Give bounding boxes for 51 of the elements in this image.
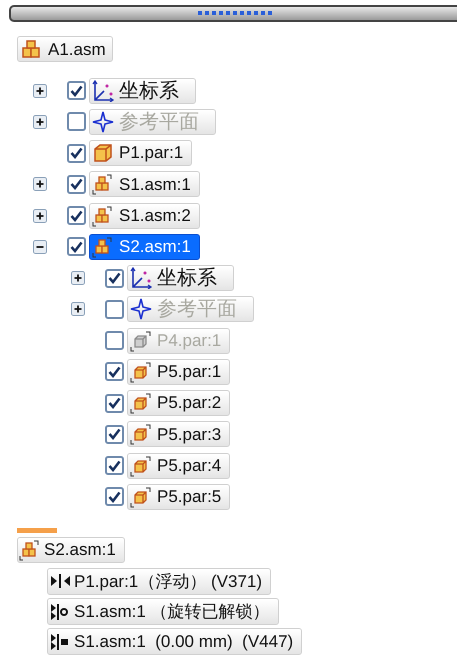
blocks-icon: [19, 538, 41, 561]
cube-icon: [130, 486, 152, 508]
relation-label[interactable]: S1.asm:1 （旋转已解锁）: [47, 598, 279, 626]
collapse-icon[interactable]: [33, 240, 47, 254]
axes-icon: [130, 267, 152, 290]
tree-node-label[interactable]: P5.par:1: [127, 358, 230, 385]
expand-icon[interactable]: [33, 208, 47, 223]
checkbox[interactable]: [105, 487, 124, 506]
tree-node-label[interactable]: P5.par:2: [127, 390, 230, 416]
blocks-icon: [92, 236, 114, 258]
tree-node-label[interactable]: S2.asm:1: [89, 234, 200, 260]
tree-node-label[interactable]: P1.par:1: [89, 140, 192, 166]
relation-label[interactable]: S1.asm:1 (0.00 mm) (V447): [47, 628, 302, 656]
blocks-icon: [21, 39, 43, 60]
blocks-icon: [92, 173, 114, 196]
checkbox[interactable]: [67, 237, 86, 256]
tree-node-label[interactable]: S1.asm:2: [89, 202, 200, 229]
checkbox[interactable]: [105, 456, 124, 476]
axes-icon: [92, 80, 114, 102]
checkbox[interactable]: [67, 144, 86, 163]
splitter-bar[interactable]: [9, 5, 457, 22]
mate-icon: [50, 573, 72, 590]
relation-label[interactable]: P1.par:1（浮动） (V371): [47, 568, 272, 595]
expand-icon[interactable]: [71, 271, 85, 286]
owner-label[interactable]: S2.asm:1: [17, 536, 125, 563]
checkbox[interactable]: [67, 174, 86, 194]
checkbox[interactable]: [105, 394, 124, 413]
cube-icon: [130, 423, 152, 446]
blocks-icon: [92, 204, 114, 227]
tree-node-label[interactable]: S1.asm:1: [89, 171, 200, 198]
expand-icon[interactable]: [33, 177, 47, 192]
tree-node-label[interactable]: 坐标系: [89, 78, 196, 104]
checkbox[interactable]: [67, 206, 86, 226]
tree-node-label[interactable]: P5.par:3: [127, 421, 230, 448]
checkbox[interactable]: [105, 268, 124, 288]
star-icon: [92, 110, 114, 133]
cube-icon: [92, 142, 114, 164]
expand-icon[interactable]: [33, 84, 47, 98]
tree-node-label[interactable]: A1.asm: [17, 36, 113, 62]
tree-node-label[interactable]: P5.par:5: [127, 484, 230, 510]
cube-icon: [130, 392, 152, 414]
star-icon: [130, 298, 152, 320]
tree-node-label[interactable]: 坐标系: [127, 265, 234, 292]
checkbox[interactable]: [105, 424, 124, 444]
cube-icon: [130, 360, 152, 383]
cube-icon: [130, 330, 152, 352]
drop-indicator: [17, 528, 57, 533]
cube-icon: [130, 454, 152, 477]
checkbox[interactable]: [67, 81, 86, 100]
tree-node-label[interactable]: P5.par:4: [127, 452, 230, 479]
checkbox[interactable]: [105, 362, 124, 382]
